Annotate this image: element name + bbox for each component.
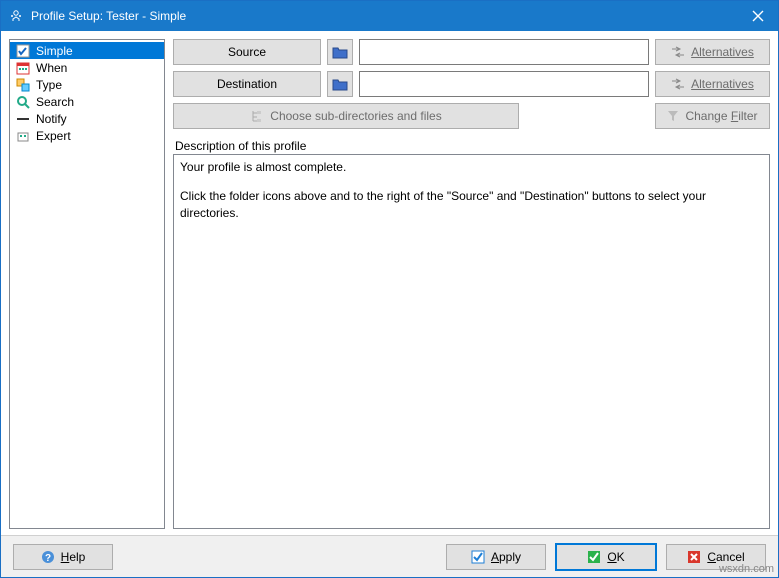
choose-sub-label: Choose sub-directories and files <box>270 109 441 123</box>
destination-row: Destination Alternatives <box>173 71 770 97</box>
titlebar: Profile Setup: Tester - Simple <box>1 1 778 31</box>
window-title: Profile Setup: Tester - Simple <box>31 9 738 23</box>
footer: ? Help Apply OK Cancel <box>1 535 778 577</box>
alternatives-label: Alternatives <box>691 77 754 91</box>
ok-button[interactable]: OK <box>556 544 656 570</box>
folder-icon <box>332 77 348 91</box>
notify-icon <box>16 112 30 126</box>
app-icon <box>9 9 23 23</box>
source-row: Source Alternatives <box>173 39 770 65</box>
destination-folder-button[interactable] <box>327 71 353 97</box>
source-button-label: Source <box>228 45 266 59</box>
alternatives-icon <box>671 46 685 58</box>
sidebar-item-expert[interactable]: Expert <box>10 127 164 144</box>
help-button[interactable]: ? Help <box>13 544 113 570</box>
sidebar-item-when[interactable]: When <box>10 59 164 76</box>
sidebar-item-notify[interactable]: Notify <box>10 110 164 127</box>
main-panel: Source Alternatives Destination <box>173 39 770 529</box>
change-filter-button[interactable]: Change Filter <box>655 103 770 129</box>
destination-button-label: Destination <box>217 77 277 91</box>
destination-alternatives-button[interactable]: Alternatives <box>655 71 770 97</box>
ok-label: OK <box>607 550 624 564</box>
cancel-label: Cancel <box>707 550 744 564</box>
search-icon <box>16 95 30 109</box>
change-filter-label: Change Filter <box>685 109 757 123</box>
source-alternatives-button[interactable]: Alternatives <box>655 39 770 65</box>
alternatives-icon <box>671 78 685 90</box>
when-icon <box>16 61 30 75</box>
window: Profile Setup: Tester - Simple Simple Wh… <box>0 0 779 578</box>
close-icon <box>752 10 764 22</box>
sidebar: Simple When Type Search Notify Expert <box>9 39 165 529</box>
close-button[interactable] <box>738 1 778 31</box>
simple-icon <box>16 44 30 58</box>
apply-label: Apply <box>491 550 521 564</box>
tree-icon <box>250 109 264 123</box>
description-line-2: Click the folder icons above and to the … <box>180 188 763 222</box>
sidebar-item-label: Simple <box>36 44 73 58</box>
expert-icon <box>16 129 30 143</box>
apply-button[interactable]: Apply <box>446 544 546 570</box>
source-folder-button[interactable] <box>327 39 353 65</box>
destination-button[interactable]: Destination <box>173 71 321 97</box>
alternatives-label: Alternatives <box>691 45 754 59</box>
sidebar-item-label: Expert <box>36 129 71 143</box>
description-line-1: Your profile is almost complete. <box>180 159 763 176</box>
sidebar-item-type[interactable]: Type <box>10 76 164 93</box>
ok-icon <box>587 550 601 564</box>
description-label: Description of this profile <box>173 139 770 154</box>
description-box: Your profile is almost complete. Click t… <box>173 154 770 529</box>
description-group: Description of this profile Your profile… <box>173 139 770 529</box>
svg-text:?: ? <box>45 553 51 564</box>
sidebar-item-label: When <box>36 61 67 75</box>
sidebar-item-label: Type <box>36 78 62 92</box>
body: Simple When Type Search Notify Expert <box>1 31 778 535</box>
help-icon: ? <box>41 550 55 564</box>
help-label: Help <box>61 550 86 564</box>
sidebar-item-search[interactable]: Search <box>10 93 164 110</box>
cancel-icon <box>687 550 701 564</box>
filter-icon <box>667 110 679 122</box>
sidebar-item-label: Notify <box>36 112 67 126</box>
source-path-input[interactable] <box>359 39 649 65</box>
destination-path-input[interactable] <box>359 71 649 97</box>
watermark: wsxdn.com <box>719 563 774 575</box>
actions-row: Choose sub-directories and files Change … <box>173 103 770 129</box>
sidebar-item-simple[interactable]: Simple <box>10 42 164 59</box>
type-icon <box>16 78 30 92</box>
source-button[interactable]: Source <box>173 39 321 65</box>
sidebar-item-label: Search <box>36 95 74 109</box>
choose-subdirectories-button[interactable]: Choose sub-directories and files <box>173 103 519 129</box>
folder-icon <box>332 45 348 59</box>
apply-icon <box>471 550 485 564</box>
